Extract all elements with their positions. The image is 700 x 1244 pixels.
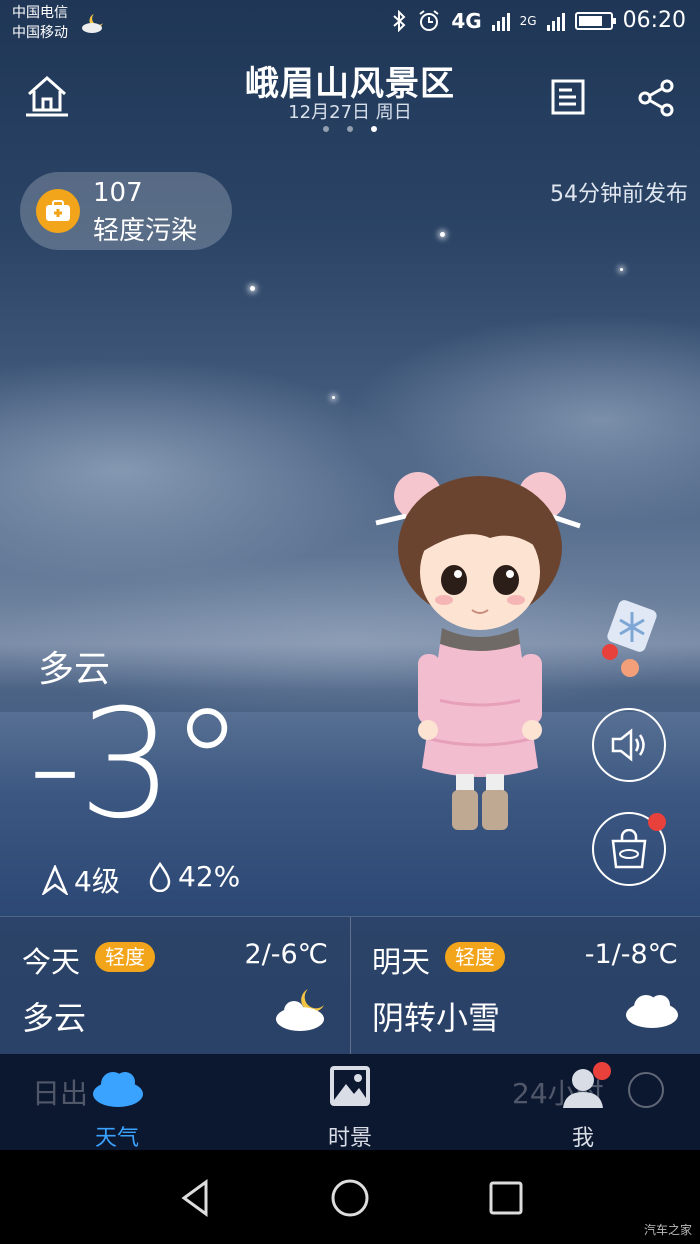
date-label: 12月27日 周日: [288, 102, 412, 123]
aqi-badge: 轻度: [95, 942, 155, 972]
forecast-condition: 多云: [22, 999, 87, 1037]
page-dot: [323, 126, 329, 132]
status-icons: 4G 2G 06:20: [391, 8, 686, 33]
news-icon[interactable]: [550, 78, 586, 116]
bottom-tab-bar: 日出 00 24小时 天气 时景 我: [0, 1054, 700, 1150]
moon-cloud-icon: [82, 14, 103, 33]
tab-label: 时景: [327, 1126, 372, 1150]
temp-range: 2/-6℃: [244, 939, 328, 970]
aqi-pill[interactable]: 107 轻度污染: [20, 172, 232, 250]
wind-direction-icon: [42, 865, 68, 895]
page-indicator: [0, 126, 700, 132]
photo-icon: [330, 1066, 370, 1106]
shopping-bag-icon: [611, 829, 647, 869]
status-bar: 中国电信 中国移动 4G 2G 06:20: [0, 0, 700, 46]
network-type: 4G: [451, 8, 482, 33]
forecast-day: 明天: [372, 945, 431, 979]
partly-cloudy-night-icon: [276, 989, 324, 1031]
weather-screen: 中国电信 中国移动 4G 2G 06:20 峨眉山风景区 12月27日 周日 1…: [0, 0, 700, 1150]
speaker-icon: [611, 728, 645, 762]
wind-value: 4级: [74, 865, 120, 898]
carrier-2: 中国移动: [12, 25, 68, 41]
star: [440, 232, 445, 237]
carrier-1: 中国电信: [12, 5, 68, 21]
forecast-tomorrow[interactable]: 明天 轻度 -1/-8℃ 阴转小雪: [350, 917, 700, 1055]
star: [620, 268, 623, 271]
page-dot: [347, 126, 353, 132]
water-drop-icon: [149, 861, 171, 892]
bluetooth-icon: [393, 9, 406, 32]
alarm-icon: [419, 9, 439, 31]
watermark: 汽车之家: [643, 1223, 692, 1237]
system-navigation-bar: 汽车之家: [0, 1150, 700, 1244]
signal-icon: [491, 11, 510, 31]
back-triangle-icon[interactable]: [174, 1176, 218, 1220]
share-icon[interactable]: [636, 78, 676, 118]
tab-weather[interactable]: 天气: [57, 1054, 177, 1150]
cloud-icon: [626, 995, 678, 1028]
notification-dot: [648, 813, 666, 831]
forecast-day: 今天: [22, 945, 81, 979]
tab-label: 我: [571, 1126, 594, 1150]
recents-square-icon[interactable]: [484, 1176, 528, 1220]
home-circle-icon[interactable]: [328, 1176, 372, 1220]
signal-icon-2: [546, 11, 565, 31]
snow-effect-icon[interactable]: [598, 600, 664, 680]
network-type-2: 2G: [519, 13, 537, 28]
page-dot-active: [371, 126, 377, 132]
published-time: 54分钟前发布: [550, 182, 688, 207]
tab-me[interactable]: 我: [523, 1054, 643, 1150]
aqi-value: 107: [93, 178, 143, 208]
temp-range: -1/-8℃: [584, 939, 678, 970]
cloud-tab-icon: [93, 1072, 143, 1107]
humidity-value: 42%: [178, 860, 241, 893]
star: [332, 396, 335, 399]
current-temperature: -3°: [28, 678, 245, 852]
tab-label: 天气: [94, 1126, 139, 1150]
wind-level: 4级: [42, 860, 120, 900]
first-aid-kit-icon: [36, 189, 80, 233]
forecast-condition: 阴转小雪: [372, 999, 501, 1037]
notification-dot: [593, 1062, 611, 1080]
cartoon-girl-avatar[interactable]: [370, 468, 590, 840]
star: [250, 286, 255, 291]
clock: 06:20: [622, 8, 686, 33]
forecast-panel: 今天 轻度 2/-6℃ 多云 明天 轻度 -1/-8℃ 阴转小雪: [0, 916, 700, 1055]
forecast-today[interactable]: 今天 轻度 2/-6℃ 多云: [0, 917, 350, 1055]
aqi-label: 轻度污染: [93, 216, 198, 246]
battery-icon: [574, 11, 616, 30]
humidity: 42%: [148, 860, 240, 893]
aqi-badge: 轻度: [445, 942, 505, 972]
tab-scene[interactable]: 时景: [290, 1054, 410, 1150]
sound-button[interactable]: [592, 708, 666, 782]
